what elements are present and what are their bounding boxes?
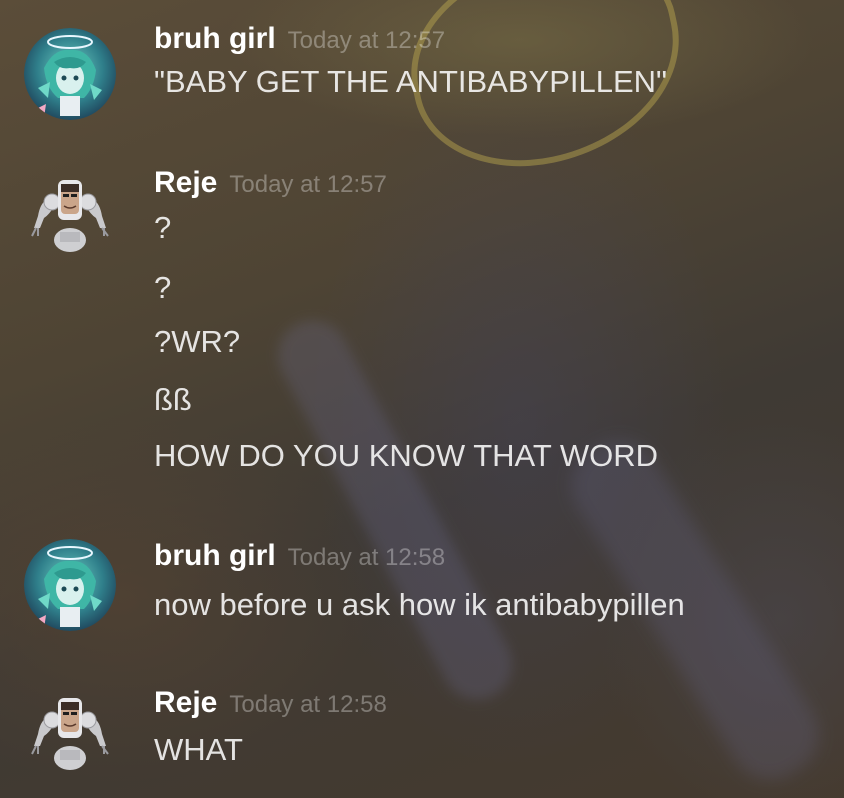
robot-avatar-icon	[31, 180, 109, 252]
username[interactable]: bruh girl	[154, 539, 276, 572]
timestamp: Today at 12:57	[287, 27, 446, 54]
anime-girl-avatar-icon	[24, 28, 116, 120]
message-header: bruh girl Today at 12:58	[154, 537, 445, 575]
message-text: "BABY GET THE ANTIBABYPILLEN"	[154, 64, 668, 99]
user-avatar[interactable]	[24, 688, 116, 780]
message-text: WHAT	[154, 732, 243, 767]
timestamp: Today at 12:58	[287, 544, 446, 571]
message-header: Reje Today at 12:58	[154, 684, 387, 722]
chat-message-list: bruh girl Today at 12:57 "BABY GET THE AN…	[0, 0, 844, 798]
anime-girl-avatar-icon	[24, 539, 116, 631]
username[interactable]: bruh girl	[154, 22, 276, 55]
timestamp: Today at 12:58	[229, 691, 387, 718]
username[interactable]: Reje	[154, 166, 217, 199]
message-header: Reje Today at 12:57	[154, 164, 387, 202]
message-text: ?WR?	[154, 324, 241, 359]
message-text: HOW DO YOU KNOW THAT WORD	[154, 438, 659, 473]
message-header: bruh girl Today at 12:57	[154, 20, 445, 58]
message-text: ßß	[154, 382, 192, 417]
message-text: ?	[154, 270, 172, 305]
user-avatar[interactable]	[24, 28, 116, 120]
robot-avatar-icon	[31, 698, 109, 770]
message-text: ?	[154, 210, 172, 245]
username[interactable]: Reje	[154, 686, 217, 719]
message-text: now before u ask how ik antibabypillen	[154, 587, 685, 622]
user-avatar[interactable]	[24, 539, 116, 631]
user-avatar[interactable]	[24, 170, 116, 262]
timestamp: Today at 12:57	[229, 171, 387, 198]
